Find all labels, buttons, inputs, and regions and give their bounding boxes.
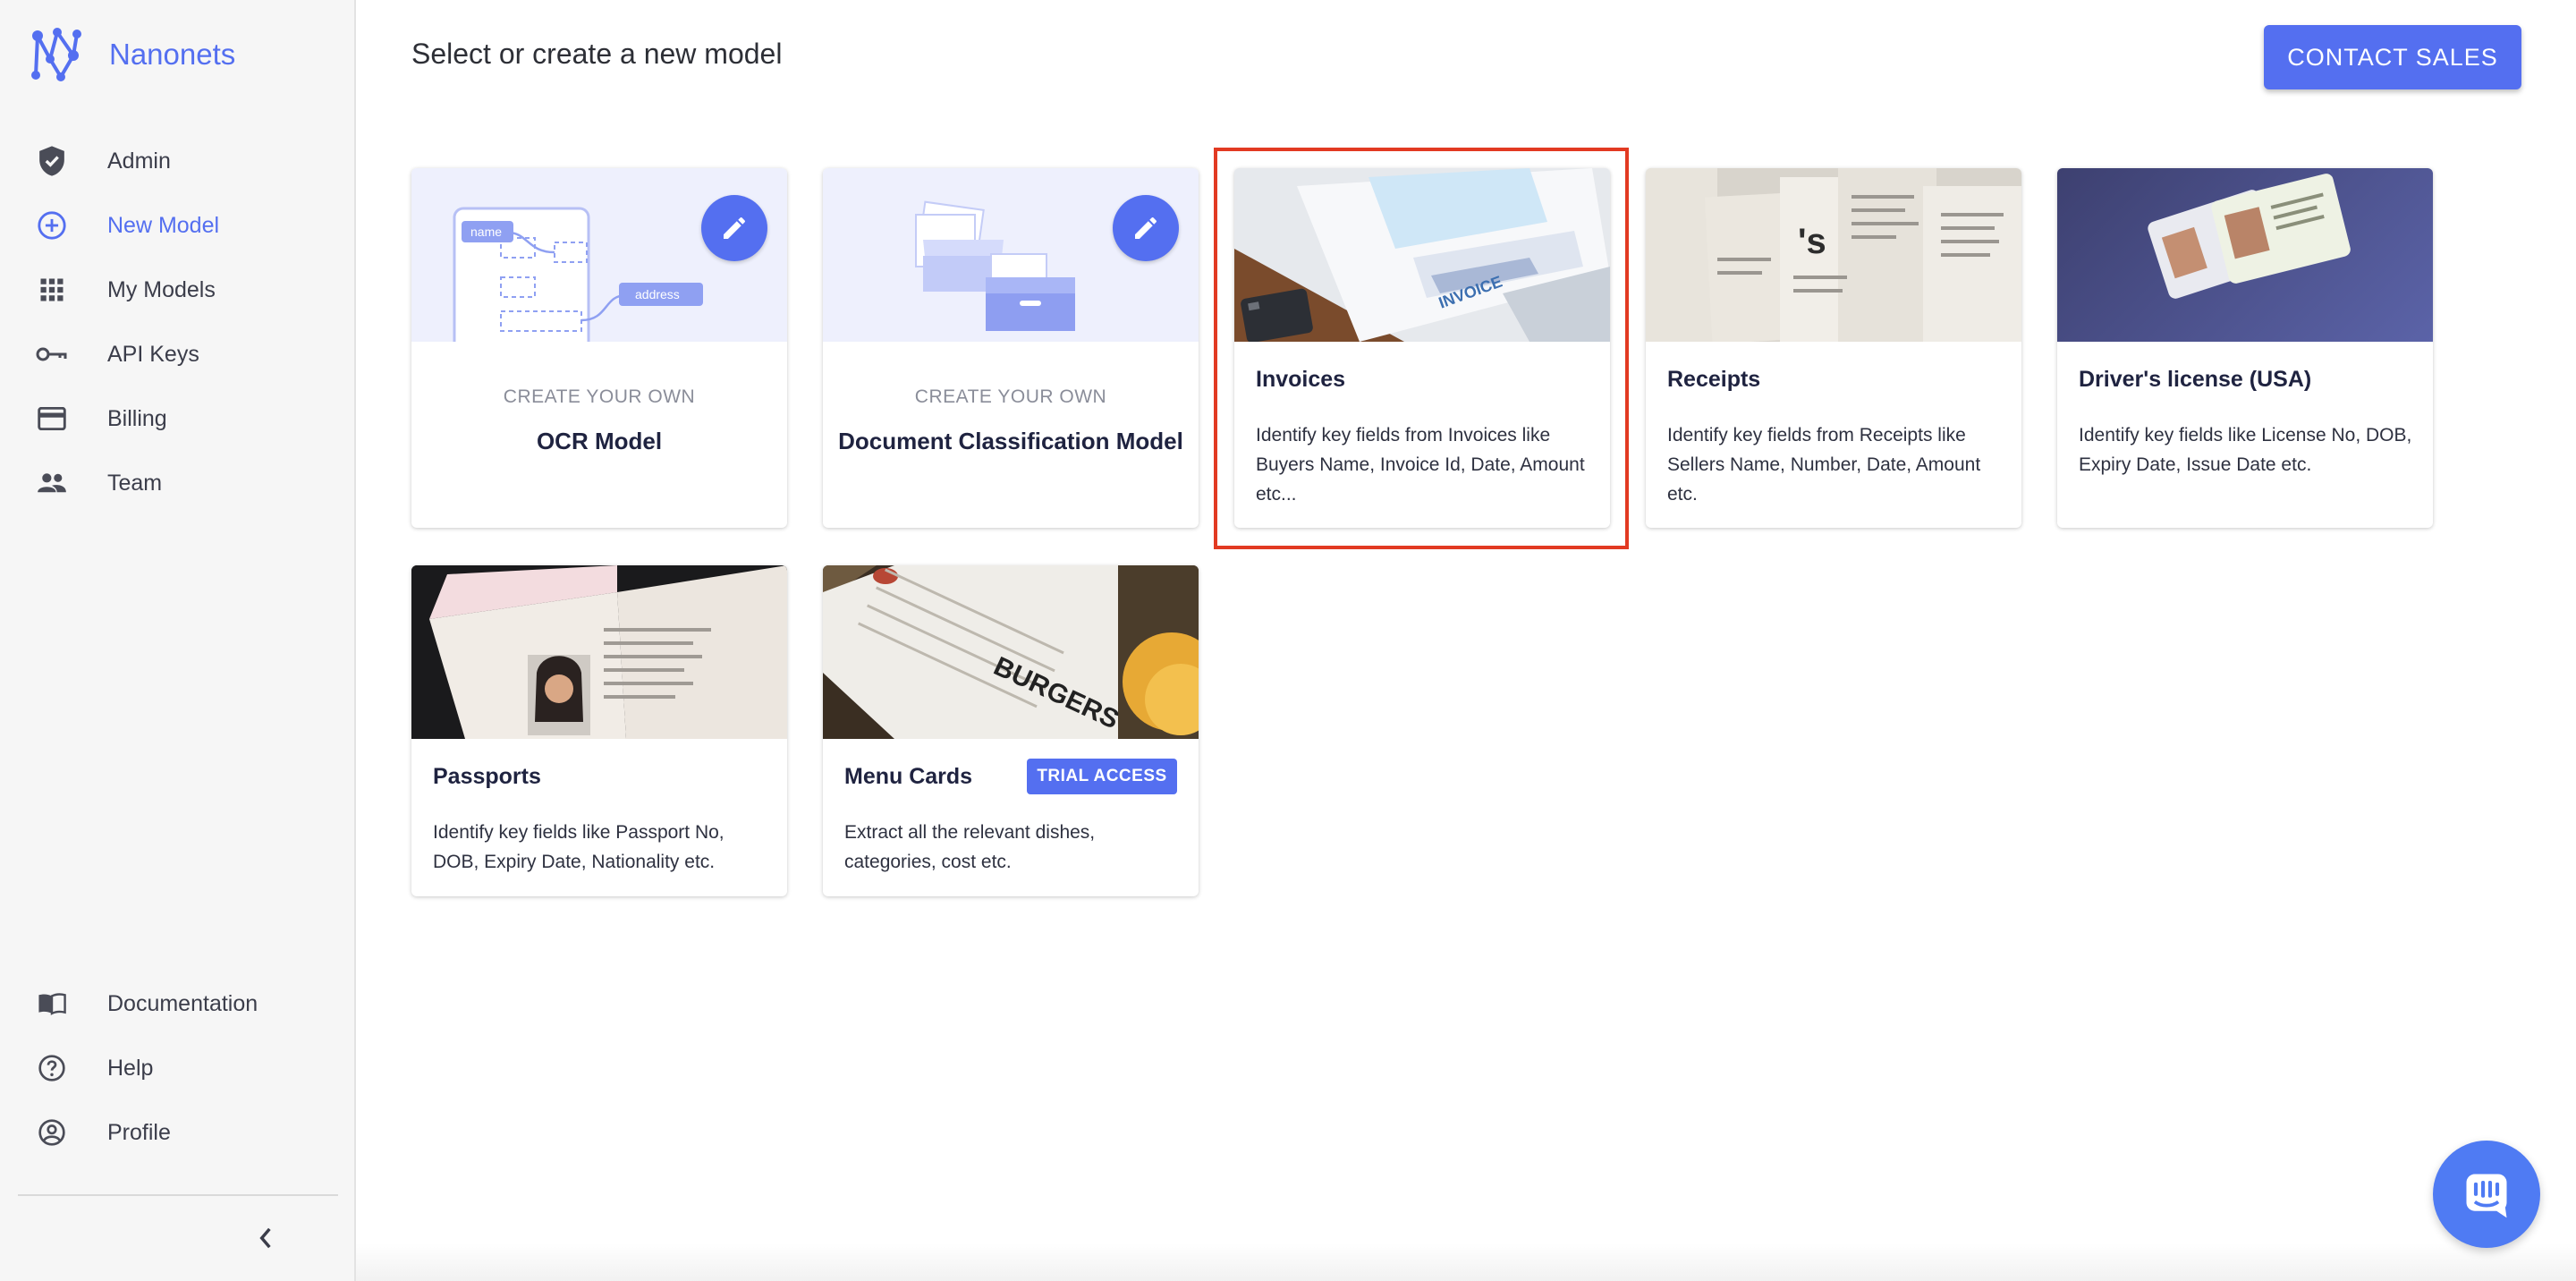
diagram-tag-name: name bbox=[470, 225, 502, 239]
edit-button[interactable] bbox=[701, 195, 767, 261]
sidebar-item-profile[interactable]: Profile bbox=[0, 1100, 354, 1165]
sidebar-item-api-keys[interactable]: API Keys bbox=[0, 322, 354, 386]
sidebar-nav: Admin New Model My Models API Keys Billi… bbox=[0, 129, 354, 515]
sidebar-item-label: Billing bbox=[107, 405, 167, 431]
create-your-own-label: CREATE YOUR OWN bbox=[914, 386, 1107, 407]
sidebar-item-new-model[interactable]: New Model bbox=[0, 193, 354, 258]
sidebar-nav-bottom: Documentation Help Profile bbox=[0, 971, 354, 1165]
help-circle-icon bbox=[36, 1052, 68, 1084]
card-passports[interactable]: Passports Identify key fields like Passp… bbox=[411, 565, 787, 896]
card-title: Receipts bbox=[1667, 367, 1761, 392]
svg-text:'s: 's bbox=[1798, 222, 1826, 261]
card-description: Extract all the relevant dishes, categor… bbox=[844, 822, 1096, 872]
card-description: Identify key fields like License No, DOB… bbox=[2079, 425, 2412, 475]
credit-card-icon bbox=[36, 403, 68, 435]
receipts-image: 's bbox=[1646, 168, 2021, 342]
card-menu-cards[interactable]: BURGERS Menu Cards TRIAL ACCESS Extract … bbox=[823, 565, 1199, 896]
brand[interactable]: Nanonets bbox=[27, 23, 235, 86]
sidebar-item-admin[interactable]: Admin bbox=[0, 129, 354, 193]
sidebar-item-label: API Keys bbox=[107, 341, 199, 367]
key-icon bbox=[36, 338, 68, 370]
chat-launcher-button[interactable] bbox=[2433, 1141, 2540, 1248]
card-title: Document Classification Model bbox=[838, 428, 1183, 454]
card-receipts[interactable]: 's Receipts Identify key fields from Rec… bbox=[1646, 168, 2021, 528]
pencil-icon bbox=[724, 217, 745, 239]
sidebar-divider bbox=[18, 1194, 338, 1196]
sidebar-item-label: Help bbox=[107, 1055, 154, 1081]
page-title: Select or create a new model bbox=[411, 38, 783, 70]
sidebar: Nanonets Admin New Model My Models API K… bbox=[0, 0, 356, 1281]
sidebar-item-team[interactable]: Team bbox=[0, 451, 354, 515]
pencil-icon bbox=[1135, 217, 1157, 239]
people-icon bbox=[36, 467, 68, 499]
sidebar-item-billing[interactable]: Billing bbox=[0, 386, 354, 451]
card-ocr-model[interactable]: name address CREATE YOUR OWN OCR Model bbox=[411, 168, 787, 528]
nanonets-logo-icon bbox=[31, 28, 81, 81]
card-title: OCR Model bbox=[536, 428, 663, 454]
card-title: Passports bbox=[433, 764, 541, 789]
card-description: Identify key fields from Receipts like S… bbox=[1667, 425, 1981, 505]
shield-check-icon bbox=[36, 145, 68, 177]
sidebar-item-label: My Models bbox=[107, 276, 216, 302]
menu-cards-image: BURGERS bbox=[823, 565, 1199, 739]
sidebar-item-help[interactable]: Help bbox=[0, 1036, 354, 1100]
contact-sales-button[interactable]: CONTACT SALES bbox=[2264, 25, 2521, 89]
sidebar-item-label: New Model bbox=[107, 212, 220, 238]
sidebar-item-label: Profile bbox=[107, 1119, 171, 1145]
sidebar-item-documentation[interactable]: Documentation bbox=[0, 971, 354, 1036]
chat-icon bbox=[2466, 1174, 2507, 1218]
card-invoices[interactable]: INVOICE Invoices Identify key fields fro… bbox=[1234, 168, 1610, 528]
sidebar-item-my-models[interactable]: My Models bbox=[0, 258, 354, 322]
edit-button[interactable] bbox=[1113, 195, 1179, 261]
bottom-shade bbox=[356, 1243, 2576, 1281]
card-title: Driver's license (USA) bbox=[2079, 367, 2312, 392]
card-document-classification-model[interactable]: CREATE YOUR OWN Document Classification … bbox=[823, 168, 1199, 528]
drivers-license-image bbox=[2057, 168, 2433, 342]
passports-image bbox=[411, 565, 787, 739]
trial-access-badge: TRIAL ACCESS bbox=[1027, 759, 1177, 794]
sidebar-item-label: Team bbox=[107, 470, 163, 496]
diagram-tag-address: address bbox=[635, 287, 680, 301]
sidebar-item-label: Documentation bbox=[107, 990, 258, 1016]
card-description: Identify key fields from Invoices like B… bbox=[1256, 425, 1585, 505]
create-your-own-label: CREATE YOUR OWN bbox=[503, 386, 696, 407]
collapse-sidebar-button[interactable] bbox=[250, 1220, 281, 1256]
card-title: Invoices bbox=[1256, 367, 1346, 392]
card-description: Identify key fields like Passport No, DO… bbox=[433, 822, 724, 872]
brand-name: Nanonets bbox=[109, 38, 236, 71]
card-drivers-license[interactable]: Driver's license (USA) Identify key fiel… bbox=[2057, 168, 2433, 528]
grid-icon bbox=[36, 274, 68, 306]
chevron-left-icon bbox=[259, 1227, 271, 1249]
book-icon bbox=[36, 988, 68, 1020]
card-title: Menu Cards bbox=[844, 764, 973, 789]
plus-circle-icon bbox=[36, 209, 68, 242]
sidebar-item-label: Admin bbox=[107, 148, 171, 174]
invoices-image: INVOICE bbox=[1234, 168, 1610, 342]
user-circle-icon bbox=[36, 1116, 68, 1149]
